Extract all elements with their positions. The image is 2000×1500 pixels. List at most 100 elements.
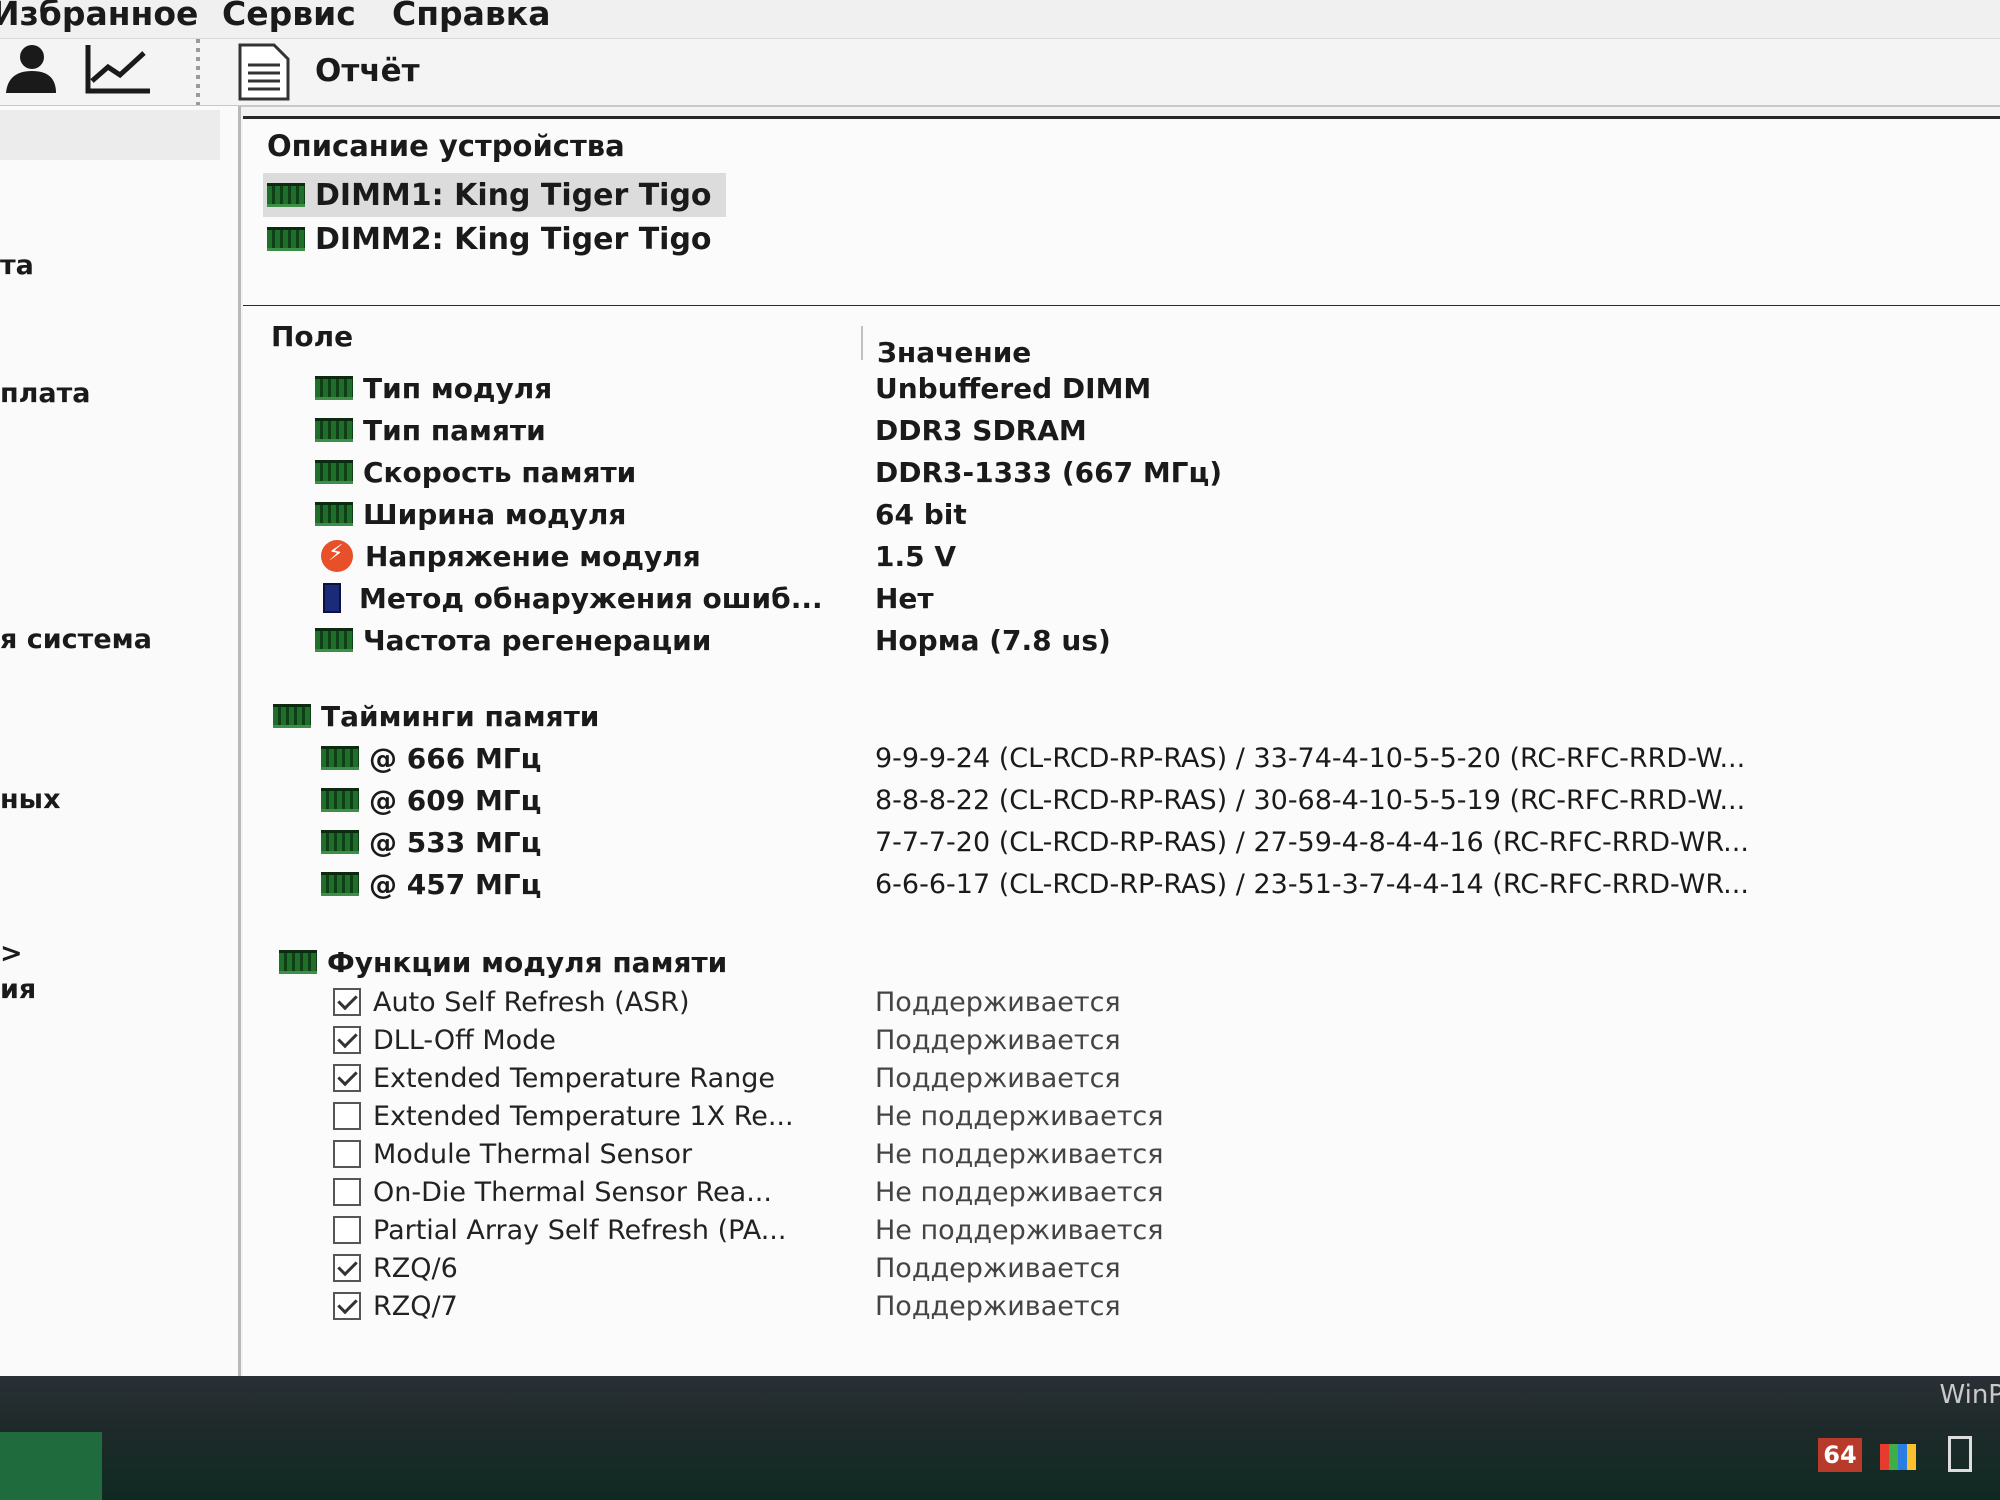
menu-favorites[interactable]: Избранное [0,0,198,33]
checkbox-unchecked[interactable] [333,1102,361,1130]
toolbar-separator [196,39,200,105]
field-value: DDR3-1333 (667 МГц) [875,455,1223,489]
device-item-dimm2[interactable]: DIMM2: King Tiger Tigo [263,217,726,261]
field-label: Ширина модуля [363,497,627,531]
taskbar-active-app[interactable] [0,1432,102,1500]
menu-service[interactable]: Сервис [222,0,356,33]
field-value: Не поддерживается [875,1100,1164,1132]
menu-bar: Избранное Сервис Справка [0,0,2000,39]
memory-icon [315,460,353,484]
column-divider[interactable] [861,326,863,360]
checkbox-checked[interactable] [333,1064,361,1092]
checkbox-checked[interactable] [333,1254,361,1282]
chart-icon[interactable] [84,41,154,97]
field-label: Тип памяти [363,413,546,447]
field-value: Поддерживается [875,1290,1121,1322]
nav-item-partial-1[interactable]: та [0,250,34,281]
field-label: Напряжение модуля [365,539,701,573]
nav-item-storage[interactable]: ных [0,784,61,815]
memory-icon [273,704,311,728]
field-value: Поддерживается [875,986,1121,1018]
field-label: Auto Self Refresh (ASR) [373,986,690,1018]
field-label: Module Thermal Sensor [373,1138,693,1170]
field-value: DDR3 SDRAM [875,413,1087,447]
field-label: @ 457 МГц [369,867,542,901]
field-value: 64 bit [875,497,967,531]
field-value: 8-8-8-22 (CL-RCD-RP-RAS) / 30-68-4-10-5-… [875,784,1746,816]
field-label: DLL-Off Mode [373,1024,556,1056]
table-row[interactable]: RZQ/6 Поддерживается [243,1248,2000,1288]
nav-item-partial-2[interactable]: ия [0,974,36,1005]
memory-icon [315,502,353,526]
field-value: Поддерживается [875,1024,1121,1056]
memory-icon [321,746,359,770]
checkbox-unchecked[interactable] [333,1178,361,1206]
field-label: Частота регенерации [363,623,712,657]
column-header-field[interactable]: Поле [271,320,353,353]
nav-item-expander[interactable]: > [0,938,23,969]
device-label: DIMM2: King Tiger Tigo [315,221,712,257]
table-row[interactable]: Partial Array Self Refresh (PA... Не под… [243,1210,2000,1250]
checkbox-checked[interactable] [333,1026,361,1054]
menu-help[interactable]: Справка [392,0,550,33]
field-value-pane: Поле Значение Тип модуля Unbuffered DIMM… [243,306,2000,1376]
device-pane-title: Описание устройства [267,129,625,163]
table-row[interactable]: Скорость памяти DDR3-1333 (667 МГц) [243,452,2000,492]
group-header-features[interactable]: Функции модуля памяти [243,942,2000,982]
checkbox-checked[interactable] [333,1292,361,1320]
field-value: Поддерживается [875,1062,1121,1094]
field-label: @ 609 МГц [369,783,542,817]
table-row[interactable]: RZQ/7 Поддерживается [243,1286,2000,1326]
table-row[interactable]: Тип модуля Unbuffered DIMM [243,368,2000,408]
table-row[interactable]: @ 457 МГц 6-6-6-17 (CL-RCD-RP-RAS) / 23-… [243,864,2000,904]
group-title: Функции модуля памяти [327,945,728,979]
report-icon[interactable] [236,43,292,101]
tray-64-icon[interactable]: 64 [1818,1438,1862,1472]
table-row[interactable]: DLL-Off Mode Поддерживается [243,1020,2000,1060]
field-label: RZQ/6 [373,1252,458,1284]
field-label: RZQ/7 [373,1290,458,1322]
nav-item-motherboard[interactable]: плата [0,378,91,409]
field-value: Unbuffered DIMM [875,371,1152,405]
field-label: @ 666 МГц [369,741,542,775]
checkbox-checked[interactable] [333,988,361,1016]
device-item-dimm1[interactable]: DIMM1: King Tiger Tigo [263,173,726,217]
table-row[interactable]: Ширина модуля 64 bit [243,494,2000,534]
field-value: Поддерживается [875,1252,1121,1284]
checkbox-unchecked[interactable] [333,1140,361,1168]
table-row[interactable]: @ 533 МГц 7-7-7-20 (CL-RCD-RP-RAS) / 27-… [243,822,2000,862]
table-row[interactable]: Extended Temperature 1X Re... Не поддерж… [243,1096,2000,1136]
column-header-value[interactable]: Значение [877,336,1031,369]
winp-label: WinP [1939,1380,2000,1410]
ecc-icon [323,583,341,613]
tray-usb-icon[interactable] [1948,1436,1972,1472]
table-row[interactable]: On-Die Thermal Sensor Rea... Не поддержи… [243,1172,2000,1212]
field-value: Не поддерживается [875,1138,1164,1170]
device-description-pane: Описание устройства DIMM1: King Tiger Ti… [243,116,2000,308]
table-row[interactable]: Module Thermal Sensor Не поддерживается [243,1134,2000,1174]
table-row[interactable]: @ 609 МГц 8-8-8-22 (CL-RCD-RP-RAS) / 30-… [243,780,2000,820]
field-value: Не поддерживается [875,1176,1164,1208]
group-header-timings[interactable]: Тайминги памяти [243,696,2000,736]
field-value: Нет [875,581,934,615]
tray-flag-icon[interactable] [1880,1444,1916,1470]
user-icon[interactable] [0,41,60,97]
table-row[interactable]: Extended Temperature Range Поддерживаетс… [243,1058,2000,1098]
memory-icon [321,872,359,896]
toolbar: Отчёт [0,39,2000,107]
table-row[interactable]: Частота регенерации Норма (7.8 us) [243,620,2000,660]
left-nav-pane: та плата я система ных > ия [0,106,241,1376]
checkbox-unchecked[interactable] [333,1216,361,1244]
table-row[interactable]: @ 666 МГц 9-9-9-24 (CL-RCD-RP-RAS) / 33-… [243,738,2000,778]
table-row[interactable]: Напряжение модуля 1.5 V [243,536,2000,576]
report-button[interactable]: Отчёт [315,53,420,89]
table-row[interactable]: Тип памяти DDR3 SDRAM [243,410,2000,450]
memory-icon [267,227,305,251]
table-row[interactable]: Auto Self Refresh (ASR) Поддерживается [243,982,2000,1022]
group-title: Тайминги памяти [321,699,600,733]
memory-icon [267,183,305,207]
nav-item-os[interactable]: я система [0,624,152,655]
field-label: @ 533 МГц [369,825,542,859]
memory-icon [315,418,353,442]
table-row[interactable]: Метод обнаружения ошиб... Нет [243,578,2000,618]
